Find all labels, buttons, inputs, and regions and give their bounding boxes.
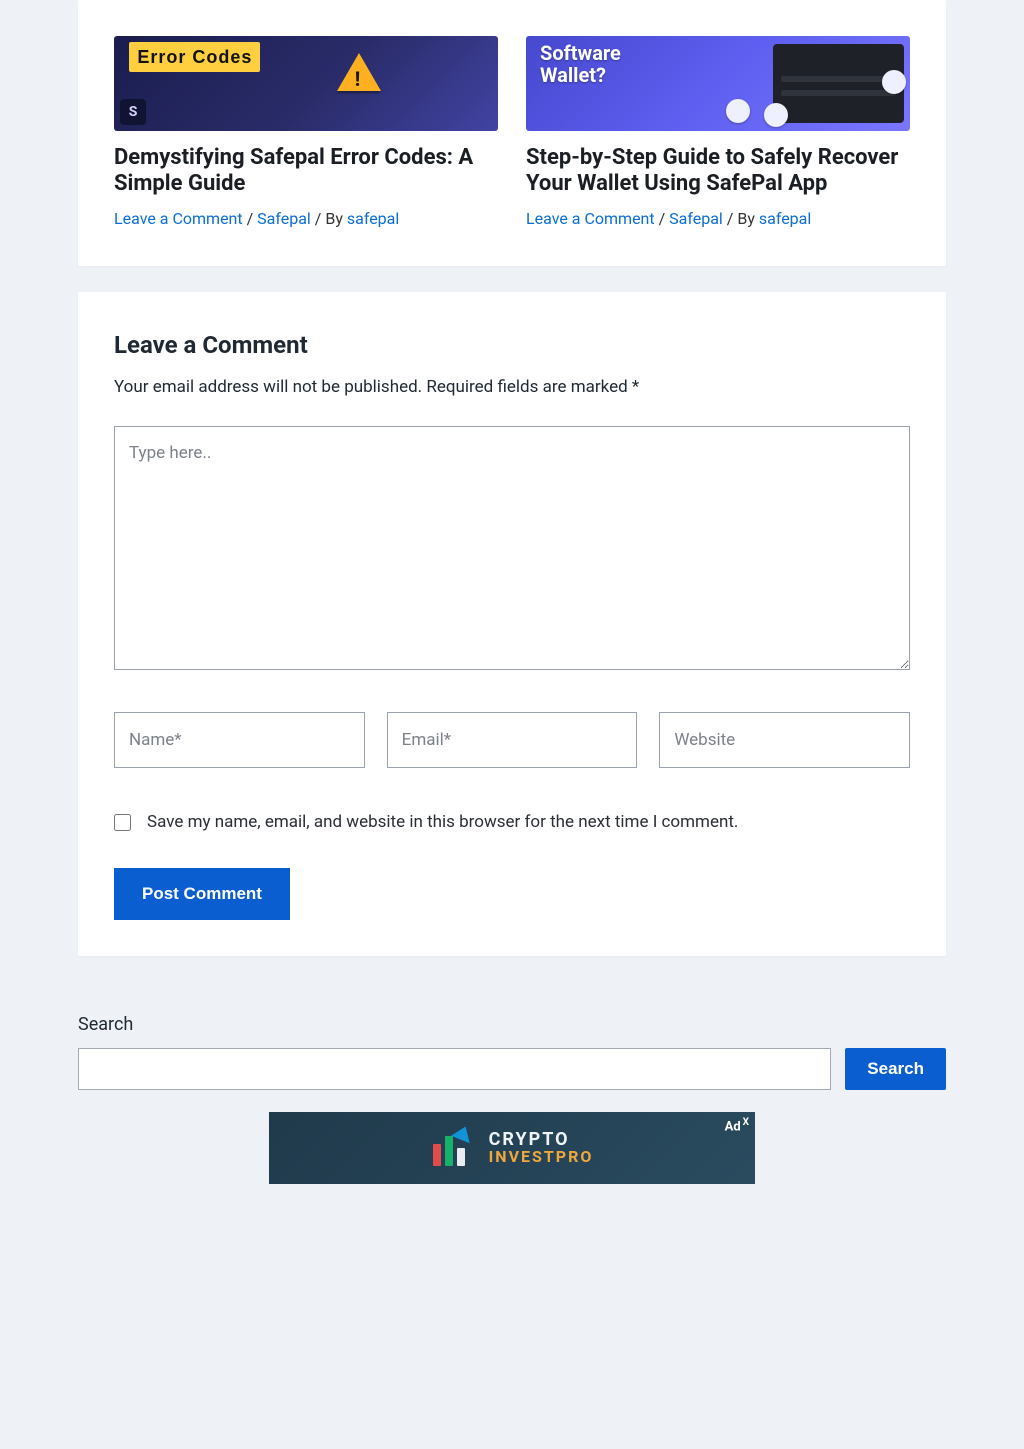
search-widget: Search Search [78, 1012, 946, 1090]
ad-banner[interactable]: AdX CRYPTO INVESTPRO [269, 1112, 755, 1184]
post-title: Step-by-Step Guide to Safely Recover You… [526, 145, 910, 197]
post-thumbnail: Error Codes S [114, 36, 498, 131]
warning-icon [337, 53, 381, 91]
author-link[interactable]: safepal [347, 209, 399, 228]
comment-heading: Leave a Comment [114, 328, 910, 363]
by-label: / By [315, 209, 347, 228]
post-title-link[interactable]: Demystifying Safepal Error Codes: A Simp… [114, 145, 473, 196]
by-label: / By [727, 209, 759, 228]
leave-comment-link[interactable]: Leave a Comment [526, 209, 655, 228]
post-comment-button[interactable]: Post Comment [114, 868, 290, 920]
ad-line2: INVESTPRO [489, 1149, 594, 1165]
ad-text: CRYPTO INVESTPRO [489, 1131, 594, 1165]
post-thumbnail-link[interactable]: Software Wallet? [526, 36, 910, 131]
coin-icon [726, 99, 750, 123]
post-thumbnail: Software Wallet? [526, 36, 910, 131]
category-link[interactable]: Safepal [669, 209, 723, 228]
related-post: Error Codes S Demystifying Safepal Error… [114, 36, 498, 230]
post-title: Demystifying Safepal Error Codes: A Simp… [114, 145, 498, 197]
name-field[interactable] [114, 712, 365, 768]
meta-separator: / [659, 209, 670, 228]
author-link[interactable]: safepal [759, 209, 811, 228]
save-info-row[interactable]: Save my name, email, and website in this… [114, 810, 910, 835]
post-title-link[interactable]: Step-by-Step Guide to Safely Recover You… [526, 145, 898, 196]
coin-icon [764, 103, 788, 127]
save-info-checkbox[interactable] [114, 814, 131, 831]
save-info-label: Save my name, email, and website in this… [147, 810, 738, 835]
email-field[interactable] [387, 712, 638, 768]
search-input[interactable] [78, 1048, 831, 1090]
ad-logo-icon [431, 1130, 475, 1166]
post-meta: Leave a Comment / Safepal / By safepal [526, 207, 910, 230]
website-field[interactable] [659, 712, 910, 768]
ad-close-icon[interactable]: X [743, 1117, 749, 1128]
related-post: Software Wallet? Step-by-Step Guide to S… [526, 36, 910, 230]
brand-badge: S [120, 99, 146, 125]
ad-tag-text: Ad [725, 1120, 741, 1135]
note-prefix: Your email address will not be published… [114, 377, 422, 397]
ad-tag: AdX [725, 1116, 749, 1137]
thumb-label: Software Wallet? [540, 42, 621, 86]
search-button[interactable]: Search [845, 1048, 946, 1090]
post-thumbnail-link[interactable]: Error Codes S [114, 36, 498, 131]
thumb-stripe: Error Codes [129, 42, 260, 72]
post-meta: Leave a Comment / Safepal / By safepal [114, 207, 498, 230]
related-posts: Error Codes S Demystifying Safepal Error… [78, 0, 946, 266]
comment-section: Leave a Comment Your email address will … [78, 292, 946, 956]
leave-comment-link[interactable]: Leave a Comment [114, 209, 243, 228]
note-asterisk: * [632, 377, 639, 397]
note-required: Required fields are marked [426, 377, 632, 397]
meta-separator: / [247, 209, 258, 228]
category-link[interactable]: Safepal [257, 209, 311, 228]
search-label: Search [78, 1012, 946, 1038]
coin-icon [882, 70, 906, 94]
comment-note: Your email address will not be published… [114, 375, 910, 400]
comment-textarea[interactable] [114, 426, 910, 670]
